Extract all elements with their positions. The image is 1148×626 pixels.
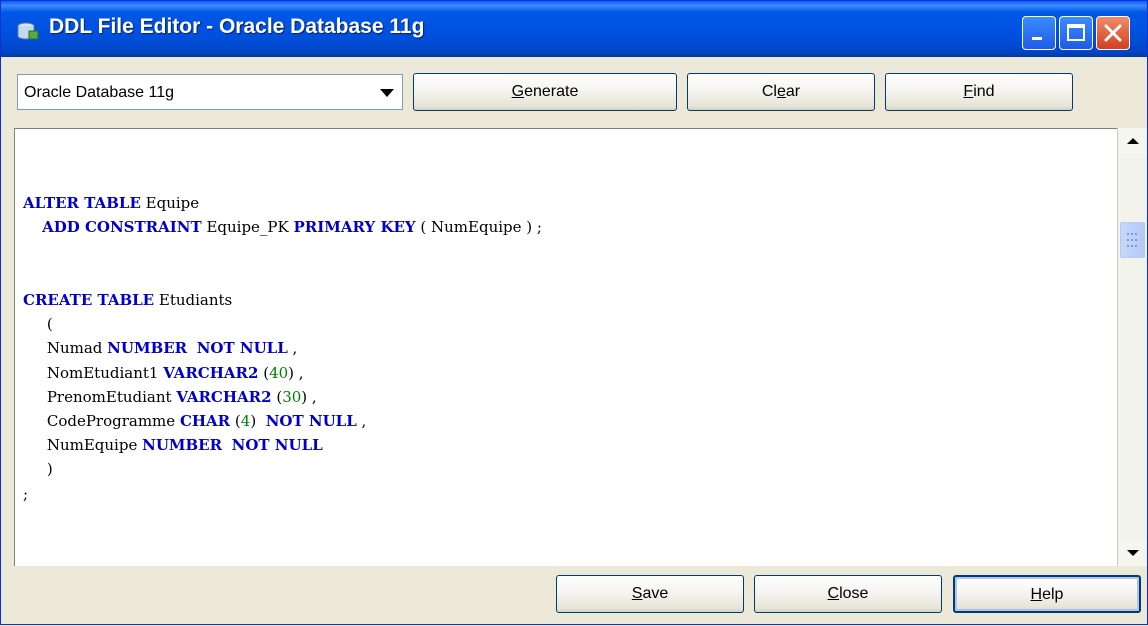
- sql-keyword: ADD CONSTRAINT: [42, 218, 202, 237]
- sql-keyword: NOT NULL: [231, 436, 323, 455]
- sql-text: ) ,: [288, 363, 304, 382]
- code-line: CREATE TABLE Etudiants: [23, 291, 232, 309]
- vertical-scrollbar[interactable]: [1117, 128, 1147, 566]
- grip-icon: [1127, 233, 1137, 247]
- ddl-code: ALTER TABLE Equipe ADD CONSTRAINT Equipe…: [23, 167, 542, 506]
- sql-text: Etudiants: [154, 291, 233, 310]
- code-line: Numad NUMBER NOT NULL ,: [23, 339, 297, 357]
- code-line: ADD CONSTRAINT Equipe_PK PRIMARY KEY ( N…: [23, 218, 542, 236]
- button-bar: Save Close Help: [1, 566, 1147, 626]
- sql-text: ) ,: [301, 387, 317, 406]
- database-icon: [17, 22, 39, 40]
- code-line: NomEtudiant1 VARCHAR2 (40) ,: [23, 364, 304, 382]
- code-line: PrenomEtudiant VARCHAR2 (30) ,: [23, 388, 317, 406]
- sql-number: 40: [269, 363, 289, 382]
- sql-keyword: PRIMARY KEY: [293, 218, 416, 237]
- close-button[interactable]: Close: [754, 575, 942, 613]
- sql-text: ( NumEquipe ) ;: [415, 218, 542, 237]
- sql-text: PrenomEtudiant: [23, 387, 177, 406]
- scroll-down-button[interactable]: [1119, 540, 1146, 566]
- sql-keyword: ALTER TABLE: [23, 194, 141, 213]
- sql-text: (: [258, 363, 270, 382]
- title-bar[interactable]: DDL File Editor - Oracle Database 11g: [1, 1, 1147, 57]
- code-line: ): [23, 460, 53, 478]
- code-line: CodeProgramme CHAR (4) NOT NULL ,: [23, 412, 367, 431]
- ddl-text-area[interactable]: ALTER TABLE Equipe ADD CONSTRAINT Equipe…: [14, 128, 1147, 566]
- sql-text: CodeProgramme: [23, 412, 180, 431]
- find-button[interactable]: Find: [885, 73, 1073, 111]
- sql-text: ,: [356, 412, 367, 431]
- code-line: ALTER TABLE Equipe: [23, 194, 199, 212]
- scrollbar-thumb[interactable]: [1120, 222, 1145, 258]
- scroll-up-arrow-icon: [1127, 138, 1139, 144]
- sql-keyword: NUMBER: [142, 436, 223, 455]
- sql-text: (: [271, 387, 283, 406]
- database-select-value: Oracle Database 11g: [24, 84, 175, 101]
- code-line: (: [23, 315, 53, 333]
- sql-keyword: VARCHAR2: [176, 387, 272, 406]
- database-select[interactable]: Oracle Database 11g: [17, 74, 403, 110]
- sql-text: ): [250, 412, 266, 431]
- sql-keyword: CHAR: [179, 412, 231, 431]
- code-line: NumEquipe NUMBER NOT NULL: [23, 436, 323, 454]
- ddl-editor-window: DDL File Editor - Oracle Database 11g Or…: [0, 0, 1148, 625]
- scroll-up-button[interactable]: [1119, 128, 1146, 154]
- sql-keyword: NOT NULL: [265, 412, 357, 431]
- close-icon: [1104, 24, 1122, 42]
- sql-text: Numad: [23, 339, 108, 358]
- close-window-button[interactable]: [1096, 16, 1130, 50]
- sql-text: NumEquipe: [23, 436, 143, 455]
- sql-text: (: [23, 315, 53, 334]
- clear-button[interactable]: Clear: [687, 73, 875, 111]
- sql-text: (: [230, 412, 241, 431]
- sql-text: Equipe_PK: [201, 218, 294, 237]
- sql-keyword: VARCHAR2: [163, 363, 259, 382]
- chevron-down-icon[interactable]: [380, 89, 394, 97]
- sql-text: NomEtudiant1: [23, 363, 164, 382]
- minimize-button[interactable]: [1022, 16, 1056, 50]
- window-title: DDL File Editor - Oracle Database 11g: [49, 15, 425, 38]
- sql-keyword: NOT NULL: [196, 339, 288, 358]
- minimize-icon: [1032, 37, 1042, 40]
- sql-text: Equipe: [140, 194, 200, 213]
- sql-text: ,: [287, 339, 298, 358]
- sql-number: 4: [240, 412, 251, 431]
- toolbar: Oracle Database 11g Generate Clear Find: [1, 58, 1147, 128]
- maximize-button[interactable]: [1059, 16, 1093, 50]
- code-line: ;: [23, 485, 28, 503]
- save-button[interactable]: Save: [556, 575, 744, 613]
- sql-text: ;: [23, 484, 29, 503]
- maximize-icon: [1067, 24, 1085, 41]
- help-button[interactable]: Help: [953, 575, 1141, 613]
- sql-keyword: CREATE TABLE: [23, 291, 155, 310]
- sql-number: 30: [282, 387, 302, 406]
- generate-button[interactable]: Generate: [413, 73, 677, 111]
- sql-text: ): [23, 460, 53, 479]
- sql-keyword: NUMBER: [107, 339, 188, 358]
- scroll-down-arrow-icon: [1127, 550, 1139, 556]
